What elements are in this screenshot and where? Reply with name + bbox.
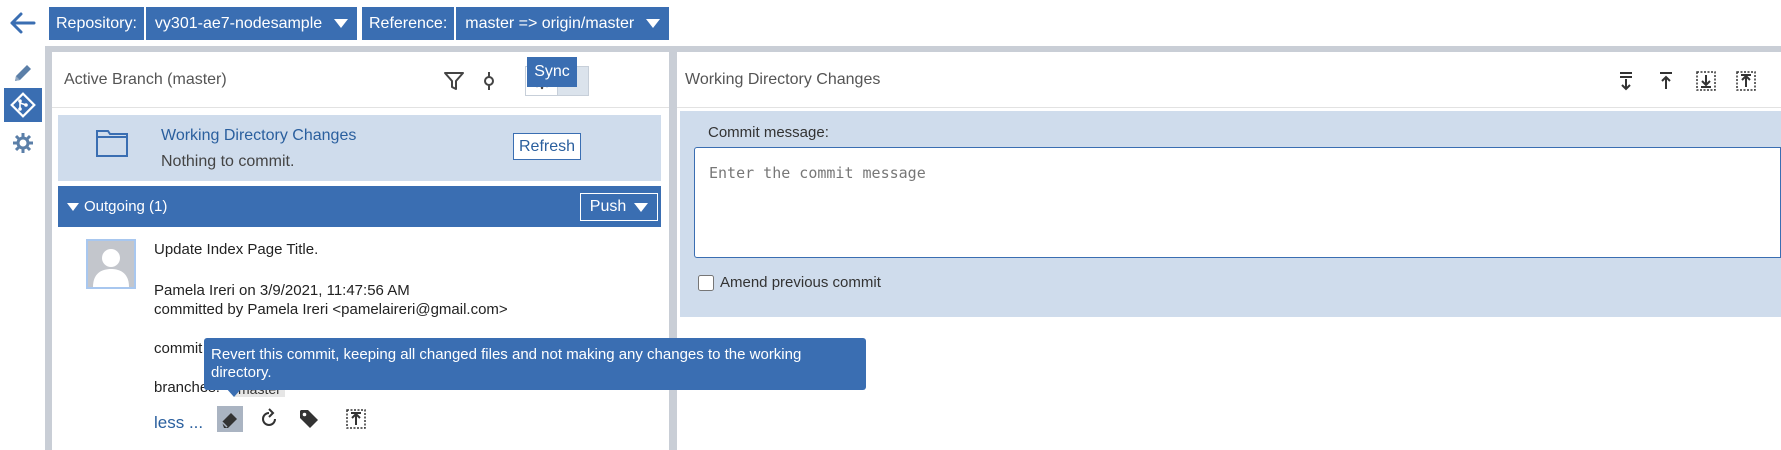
- reference-label: Reference:: [362, 7, 455, 40]
- collapse-triangle-icon[interactable]: [67, 203, 79, 211]
- commit-committer: committed by Pamela Ireri <pamelaireri@g…: [154, 301, 508, 318]
- sync-button[interactable]: Sync: [527, 57, 577, 87]
- folder-icon: [96, 130, 128, 157]
- push-label: Push: [589, 198, 627, 215]
- working-directory-status: Nothing to commit.: [161, 153, 295, 170]
- refresh-button[interactable]: Refresh: [513, 133, 581, 160]
- push-icon[interactable]: [1734, 69, 1758, 93]
- commit-message: Update Index Page Title.: [154, 241, 319, 258]
- chevron-down-icon: [334, 19, 349, 28]
- back-arrow-icon[interactable]: [8, 10, 38, 36]
- reset-icon[interactable]: [256, 406, 282, 432]
- amend-label: Amend previous commit: [720, 274, 881, 291]
- amend-checkbox[interactable]: [698, 274, 714, 291]
- push-button[interactable]: Push: [580, 193, 658, 221]
- filter-icon[interactable]: [442, 69, 466, 93]
- commit-hash-label: commit: [154, 340, 203, 357]
- reference-dropdown[interactable]: master => origin/master: [456, 7, 670, 40]
- upload-icon[interactable]: [343, 406, 369, 432]
- avatar: [86, 239, 136, 289]
- history-panel: Active Branch (master) Sync Working Dire…: [52, 52, 669, 450]
- active-branch-title: Active Branch (master): [64, 71, 227, 88]
- revert-tooltip: Revert this commit, keeping all changed …: [204, 338, 866, 390]
- outgoing-label: Outgoing (1): [84, 198, 168, 215]
- stage-all-icon[interactable]: [1614, 69, 1638, 93]
- commit-box: Commit message: Amend previous commit: [680, 111, 1781, 317]
- pencil-icon[interactable]: [4, 56, 42, 90]
- repository-dropdown[interactable]: vy301-ae7-nodesample: [145, 7, 358, 40]
- outgoing-section-header[interactable]: Outgoing (1) Push: [58, 186, 661, 227]
- commit-author: Pamela Ireri on 3/9/2021, 11:47:56 AM: [154, 282, 410, 299]
- reference-selector[interactable]: Reference: master => origin/master: [362, 7, 670, 40]
- pull-icon[interactable]: [1694, 69, 1718, 93]
- reference-value: master => origin/master: [465, 15, 635, 32]
- working-directory-title[interactable]: Working Directory Changes: [161, 127, 356, 145]
- eraser-icon[interactable]: [217, 406, 243, 432]
- repository-value: vy301-ae7-nodesample: [154, 15, 323, 32]
- left-rail: [0, 46, 45, 450]
- gear-icon[interactable]: [4, 126, 42, 160]
- repository-label: Repository:: [49, 7, 144, 40]
- tooltip-arrow: [226, 388, 242, 397]
- unstage-all-icon[interactable]: [1654, 69, 1678, 93]
- chevron-down-icon: [646, 19, 661, 28]
- repository-selector[interactable]: Repository: vy301-ae7-nodesample: [49, 7, 358, 40]
- less-link[interactable]: less ...: [154, 413, 203, 433]
- staging-panel: Working Directory Changes Commit message…: [677, 52, 1781, 450]
- amend-checkbox-row[interactable]: Amend previous commit: [698, 274, 881, 291]
- staging-title: Working Directory Changes: [685, 71, 881, 88]
- commit-icon[interactable]: [477, 69, 501, 93]
- tag-icon[interactable]: [296, 406, 322, 432]
- git-icon[interactable]: [4, 88, 42, 122]
- top-bar: Repository: vy301-ae7-nodesample Referen…: [0, 0, 1781, 46]
- commit-message-input[interactable]: [694, 147, 1781, 258]
- staging-header: Working Directory Changes: [677, 52, 1781, 108]
- chevron-down-icon: [634, 202, 649, 212]
- working-directory-item[interactable]: Working Directory Changes Nothing to com…: [58, 115, 661, 181]
- commit-message-label: Commit message:: [708, 124, 829, 141]
